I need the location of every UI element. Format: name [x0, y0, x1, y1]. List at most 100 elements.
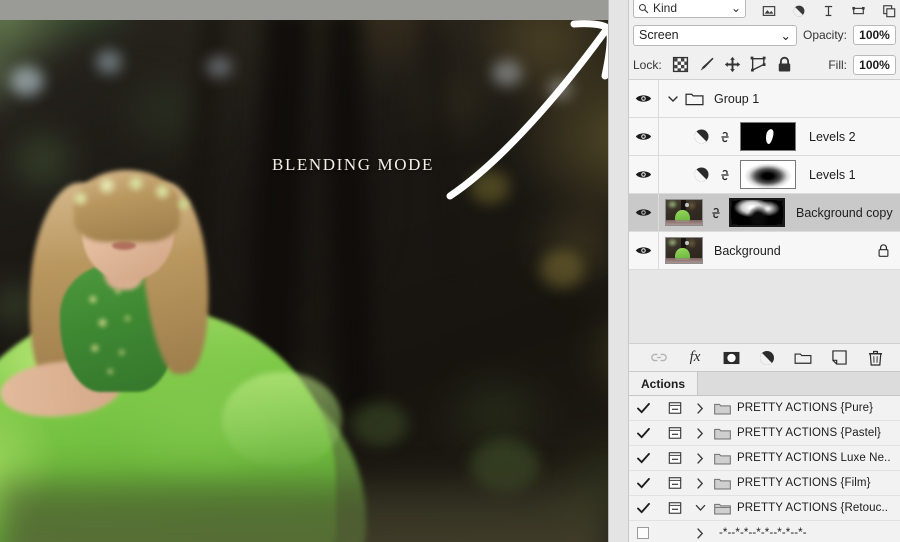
action-enabled-checkmark[interactable] [637, 427, 661, 439]
opacity-label: Opacity: [802, 28, 847, 42]
layer-mask-thumbnail-active[interactable] [729, 198, 785, 227]
layer-row-body[interactable]: Background [659, 237, 900, 264]
action-row-child[interactable]: -*--*-*--*-*--*-*--*- [629, 521, 900, 542]
layers-list[interactable]: Group 1 Levels 2 Levels 1 Background cop… [629, 80, 900, 344]
pixel-layers-filter-icon[interactable] [762, 4, 776, 18]
filter-kind-dropdown[interactable]: Kind ⌄ [633, 0, 746, 18]
layer-row-group-1[interactable]: Group 1 [629, 80, 900, 118]
action-set-folder-icon [711, 427, 733, 440]
adjustment-layers-filter-icon[interactable] [792, 4, 806, 18]
opacity-input[interactable]: 100% [853, 25, 896, 45]
action-expand-chevron-icon[interactable] [689, 427, 711, 439]
action-enabled-checkmark[interactable] [637, 502, 661, 514]
type-layers-filter-icon[interactable] [822, 4, 835, 18]
action-row[interactable]: PRETTY ACTIONS Luxe Ne.. [629, 446, 900, 471]
filter-kind-label: Kind [653, 1, 678, 15]
actions-list[interactable]: PRETTY ACTIONS {Pure} PRETTY ACTIONS {Pa… [629, 396, 900, 542]
fill-group[interactable]: Fill: 100% [828, 54, 896, 75]
action-row[interactable]: PRETTY ACTIONS {Pure} [629, 396, 900, 421]
action-expand-chevron-icon[interactable] [689, 527, 711, 539]
layer-visibility-toggle[interactable] [629, 118, 659, 155]
link-mask-icon[interactable] [719, 129, 731, 145]
search-icon [638, 3, 649, 13]
mouth [112, 241, 136, 250]
blend-mode-row[interactable]: Screen ⌄ Opacity: 100% [629, 20, 900, 50]
layer-row-levels-2[interactable]: Levels 2 [629, 118, 900, 156]
action-row[interactable]: PRETTY ACTIONS {Pastel} [629, 421, 900, 446]
layer-filter-row[interactable]: Kind ⌄ [629, 0, 900, 20]
unchecked-box-icon [637, 527, 649, 539]
action-expand-chevron-icon[interactable] [689, 452, 711, 464]
layer-visibility-toggle[interactable] [629, 232, 659, 269]
layer-mask-thumbnail[interactable] [740, 160, 796, 189]
action-enabled-checkmark[interactable] [637, 452, 661, 464]
layer-thumbnail[interactable] [665, 237, 703, 264]
mask-selection-corner [731, 200, 737, 206]
image-canvas[interactable]: BLENDING MODE [0, 0, 608, 542]
link-mask-icon[interactable] [719, 167, 731, 183]
fill-input[interactable]: 100% [853, 54, 896, 75]
action-dialog-toggle-icon[interactable] [661, 451, 689, 465]
action-enabled-checkbox[interactable] [637, 527, 661, 539]
ground-blur [0, 482, 608, 542]
lock-artboard-nesting-icon[interactable] [750, 56, 767, 73]
layer-row-background[interactable]: Background [629, 232, 900, 270]
link-mask-icon[interactable] [710, 205, 722, 221]
layer-row-levels-1[interactable]: Levels 1 [629, 156, 900, 194]
lock-icon [878, 244, 889, 257]
lock-row[interactable]: Lock: Fill: 100% [629, 50, 900, 80]
action-row[interactable]: PRETTY ACTIONS {Retouc.. [629, 496, 900, 521]
smart-object-filter-icon[interactable] [882, 4, 896, 18]
new-adjustment-layer-icon[interactable] [758, 349, 776, 367]
blend-mode-dropdown[interactable]: Screen ⌄ [633, 24, 797, 46]
action-enabled-checkmark[interactable] [637, 477, 661, 489]
lock-transparent-pixels-icon[interactable] [672, 56, 689, 73]
folder-icon [685, 93, 704, 106]
actions-tab-bar[interactable]: Actions [629, 372, 900, 396]
layer-name: Levels 1 [809, 167, 856, 182]
action-set-name: PRETTY ACTIONS {Pastel} [737, 427, 881, 439]
layer-locked-badge [877, 243, 900, 258]
layer-row-body[interactable]: Levels 2 [659, 122, 900, 151]
link-layers-icon[interactable] [650, 349, 668, 367]
eye-icon [635, 133, 652, 140]
levels-adjustment-icon [694, 129, 709, 144]
shape-layers-filter-icon[interactable] [851, 4, 866, 18]
new-group-icon[interactable] [794, 349, 812, 367]
action-enabled-checkmark[interactable] [637, 402, 661, 414]
action-collapse-chevron-icon[interactable] [689, 504, 711, 512]
action-set-folder-open-icon [711, 502, 733, 515]
layer-visibility-toggle[interactable] [629, 156, 659, 193]
layers-empty-area[interactable] [629, 270, 900, 344]
add-layer-mask-icon[interactable] [722, 349, 740, 367]
delete-layer-icon[interactable] [866, 349, 884, 367]
action-dialog-toggle-icon[interactable] [661, 476, 689, 490]
filter-type-icons[interactable] [752, 4, 896, 18]
action-expand-chevron-icon[interactable] [689, 402, 711, 414]
layers-panel[interactable]: Kind ⌄ Screen ⌄ Opacity: 100% Lock: Fill… [628, 0, 900, 542]
lock-all-icon[interactable] [776, 56, 793, 73]
lock-image-pixels-icon[interactable] [698, 56, 715, 73]
layer-style-fx-icon[interactable]: fx [686, 349, 704, 367]
layer-row-body[interactable]: Levels 1 [659, 160, 900, 189]
layer-row-body[interactable]: Group 1 [659, 91, 900, 106]
layer-row-background-copy[interactable]: Background copy [629, 194, 900, 232]
lock-position-icon[interactable] [724, 56, 741, 73]
new-layer-icon[interactable] [830, 349, 848, 367]
layer-row-body[interactable]: Background copy [659, 198, 900, 227]
layer-visibility-toggle[interactable] [629, 80, 659, 117]
tab-actions[interactable]: Actions [629, 372, 699, 395]
action-dialog-toggle-icon[interactable] [661, 426, 689, 440]
action-dialog-toggle-icon[interactable] [661, 501, 689, 515]
action-row[interactable]: PRETTY ACTIONS {Film} [629, 471, 900, 496]
action-dialog-toggle-icon[interactable] [661, 401, 689, 415]
action-expand-chevron-icon[interactable] [689, 477, 711, 489]
layer-name: Group 1 [714, 91, 760, 106]
group-expand-chevron-icon[interactable] [667, 95, 679, 103]
layer-mask-thumbnail[interactable] [740, 122, 796, 151]
bokeh-highlight [540, 250, 584, 288]
layer-visibility-toggle[interactable] [629, 194, 659, 231]
layer-action-buttons[interactable]: fx [629, 344, 900, 372]
actions-panel[interactable]: Actions PRETTY ACTIONS {Pure} PRETTY ACT… [629, 372, 900, 542]
layer-thumbnail[interactable] [665, 199, 703, 226]
